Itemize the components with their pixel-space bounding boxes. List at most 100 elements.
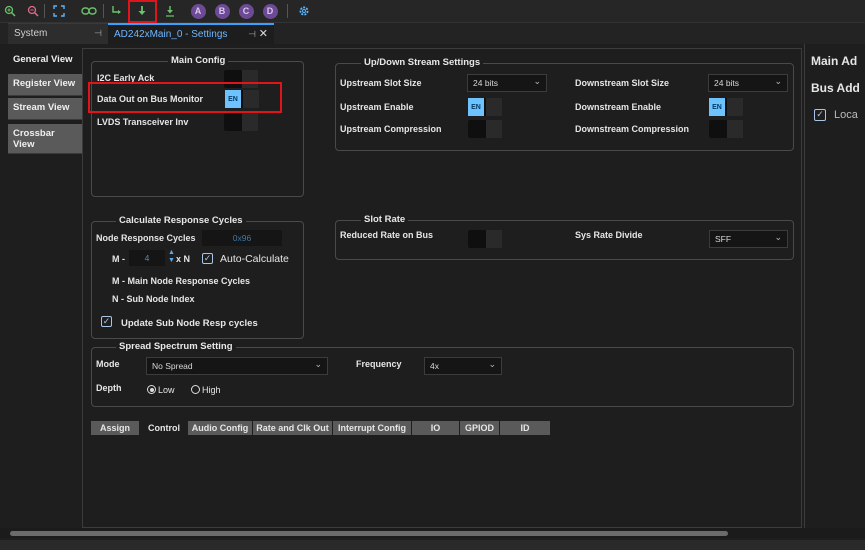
select-value: 24 bits: [714, 78, 740, 88]
highlight-box: [128, 0, 157, 23]
node-d-icon[interactable]: D: [261, 2, 279, 20]
m-value-input[interactable]: 4: [129, 250, 165, 266]
group-title: Slot Rate: [361, 214, 409, 225]
right-panel: Main Ad Bus Add ✓ Loca: [804, 44, 865, 528]
scrollbar-thumb[interactable]: [10, 531, 728, 536]
tab-label: Interrupt Config: [338, 423, 406, 433]
chevron-down-icon: ⌄: [488, 359, 496, 369]
bus-address-label: Bus Add: [811, 81, 860, 95]
select-value: 4x: [430, 361, 439, 371]
tab-label: Rate and Clk Out: [256, 423, 329, 433]
auto-calculate-checkbox[interactable]: ✓: [202, 253, 213, 264]
depth-high-radio[interactable]: [191, 385, 200, 394]
toolbar-separator: [287, 4, 288, 18]
upstream-compression-toggle[interactable]: [468, 120, 502, 138]
spread-spectrum-group: Spread Spectrum Setting Mode No Spread ⌄ …: [91, 341, 794, 407]
tab-settings-label: AD242xMain_0 - Settings: [114, 29, 228, 40]
zoom-in-icon[interactable]: [1, 2, 19, 20]
nav-label: Stream View: [13, 102, 70, 113]
downstream-slot-size-select[interactable]: 24 bits ⌄: [708, 74, 788, 92]
local-label: Loca: [834, 109, 858, 121]
depth-low-radio[interactable]: [147, 385, 156, 394]
depth-high-label: High: [202, 385, 221, 395]
chevron-down-icon: ⌄: [774, 76, 782, 86]
spinner-icon[interactable]: ▲ ▼: [168, 249, 175, 265]
downstream-slot-size-label: Downstream Slot Size: [575, 78, 670, 88]
download-alt-icon[interactable]: [161, 2, 179, 20]
pin-icon[interactable]: ⊣: [248, 29, 256, 40]
fit-screen-icon[interactable]: [50, 2, 68, 20]
tab-id[interactable]: ID: [500, 421, 550, 435]
nav-label: Register View: [13, 78, 76, 89]
main-address-label: Main Ad: [811, 54, 858, 68]
lvds-toggle[interactable]: [224, 113, 258, 131]
update-sub-node-checkbox[interactable]: ✓: [101, 316, 112, 327]
nav-stream-view[interactable]: Stream View: [8, 98, 82, 120]
upstream-slot-size-select[interactable]: 24 bits ⌄: [467, 74, 547, 92]
tab-settings[interactable]: AD242xMain_0 - Settings ⊣ ✕: [108, 23, 274, 44]
sys-rate-divide-select[interactable]: SFF ⌄: [709, 230, 788, 248]
chevron-down-icon: ⌄: [314, 359, 322, 369]
toolbar-separator: [103, 4, 104, 18]
frequency-label: Frequency: [356, 359, 402, 369]
upstream-slot-size-label: Upstream Slot Size: [340, 78, 422, 88]
link-icon[interactable]: [80, 2, 98, 20]
document-tab-bar: System ⊣ AD242xMain_0 - Settings ⊣ ✕: [0, 23, 865, 44]
tab-audio-config[interactable]: Audio Config: [188, 421, 252, 435]
tab-label: IO: [430, 423, 441, 433]
downstream-compression-label: Downstream Compression: [575, 124, 690, 134]
nav-label: Crossbar View: [13, 128, 55, 150]
side-navigation: General View Register View Stream View C…: [8, 48, 82, 528]
tab-interrupt-config[interactable]: Interrupt Config: [333, 421, 411, 435]
local-checkbox[interactable]: ✓: [814, 109, 826, 121]
node-b-icon[interactable]: B: [213, 2, 231, 20]
upstream-enable-toggle[interactable]: EN: [468, 98, 502, 116]
node-a-icon[interactable]: A: [189, 2, 207, 20]
settings-gear-icon[interactable]: [295, 2, 313, 20]
group-title: Spread Spectrum Setting: [116, 341, 236, 352]
downstream-compression-toggle[interactable]: [709, 120, 743, 138]
mode-label: Mode: [96, 359, 120, 369]
reduced-rate-toggle[interactable]: [468, 230, 502, 248]
tab-system[interactable]: System ⊣: [8, 23, 108, 44]
lvds-label: LVDS Transceiver Inv: [97, 117, 189, 127]
updown-stream-group: Up/Down Stream Settings Upstream Slot Si…: [335, 57, 794, 151]
m-label: M -: [112, 254, 125, 264]
upstream-compression-label: Upstream Compression: [340, 124, 442, 134]
toolbar-separator: [44, 4, 45, 18]
chevron-down-icon: ⌄: [533, 76, 541, 86]
n-description: N - Sub Node Index: [112, 294, 195, 304]
x-n-label: x N: [176, 254, 191, 264]
nav-crossbar-view[interactable]: Crossbar View: [8, 124, 82, 154]
tab-label: Assign: [99, 423, 130, 433]
group-title: Up/Down Stream Settings: [361, 57, 484, 68]
nav-register-view[interactable]: Register View: [8, 74, 82, 96]
tab-rate-clk-out[interactable]: Rate and Clk Out: [253, 421, 332, 435]
node-c-icon[interactable]: C: [237, 2, 255, 20]
tab-io[interactable]: IO: [412, 421, 459, 435]
tab-control[interactable]: Control: [141, 421, 187, 435]
tab-gpiod[interactable]: GPIOD: [460, 421, 499, 435]
tab-assign[interactable]: Assign: [91, 421, 139, 435]
close-icon[interactable]: ✕: [259, 27, 268, 40]
node-response-value: 0x96: [202, 230, 282, 246]
pin-icon[interactable]: ⊣: [94, 28, 102, 39]
tab-label: GPIOD: [464, 423, 494, 433]
downstream-enable-toggle[interactable]: EN: [709, 98, 743, 116]
nav-label: General View: [13, 54, 73, 65]
auto-calculate-label: Auto-Calculate: [220, 253, 289, 265]
highlight-box: [88, 82, 282, 113]
toolbar: A B C D: [0, 0, 865, 23]
depth-low-label: Low: [158, 385, 175, 395]
settings-panel: Main Config I2C Early Ack Data Out on Bu…: [82, 48, 802, 528]
mode-select[interactable]: No Spread ⌄: [146, 357, 328, 375]
frequency-select[interactable]: 4x ⌄: [424, 357, 502, 375]
depth-label: Depth: [96, 383, 122, 393]
group-title: Main Config: [168, 55, 229, 66]
nav-general-view[interactable]: General View: [8, 50, 82, 72]
sys-rate-divide-label: Sys Rate Divide: [575, 230, 643, 240]
tab-label: ID: [520, 423, 530, 433]
chevron-down-icon: ⌄: [774, 232, 782, 242]
zoom-out-icon[interactable]: [24, 2, 42, 20]
route-icon[interactable]: [108, 2, 126, 20]
